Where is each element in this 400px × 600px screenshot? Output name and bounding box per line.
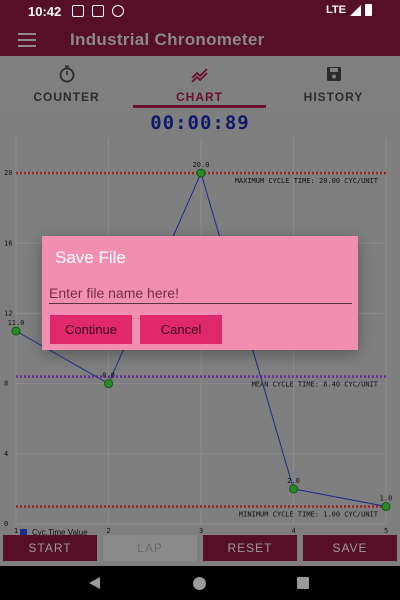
hamburger-menu-icon[interactable] [18, 33, 36, 47]
network-type: LTE [326, 4, 346, 16]
signal-icon [350, 4, 361, 16]
data-label: 20.0 [193, 161, 210, 169]
stopwatch-icon [59, 65, 74, 83]
reset-button[interactable]: RESET [203, 535, 297, 561]
save-button[interactable]: SAVE [303, 535, 397, 561]
data-label: 2.0 [287, 477, 300, 485]
save-file-dialog: Save File Continue Cancel [42, 236, 358, 350]
x-tick-label: 5 [384, 527, 388, 535]
data-label: 8.0 [102, 372, 115, 380]
tab-history-label: HISTORY [303, 90, 364, 104]
trend-chart-icon [190, 68, 208, 83]
system-nav-bar [0, 566, 400, 600]
y-tick-label: 16 [4, 239, 12, 247]
y-tick-label: 8 [4, 380, 8, 388]
tab-chart[interactable]: CHART [133, 56, 266, 108]
sync-icon [112, 5, 124, 17]
data-point [11, 326, 21, 336]
reference-line-label: MINIMUM CYCLE TIME: 1.00 CYC/UNIT [239, 510, 379, 518]
control-buttons: START LAP RESET SAVE [0, 535, 400, 561]
y-tick-label: 0 [4, 520, 8, 528]
x-tick-label: 4 [292, 527, 296, 535]
data-point [381, 501, 391, 511]
app-bar: Industrial Chronometer [0, 24, 400, 56]
clock-time: 10:42 [28, 4, 62, 19]
tab-history[interactable]: HISTORY [267, 56, 400, 108]
status-bar: 10:42 LTE [0, 0, 400, 24]
data-point [289, 484, 298, 494]
image-icon [92, 5, 104, 17]
app-title: Industrial Chronometer [70, 30, 265, 49]
tab-bar: COUNTER CHART HISTORY [0, 56, 400, 108]
y-tick-label: 20 [4, 169, 12, 177]
file-name-input[interactable] [49, 282, 352, 304]
back-icon[interactable] [89, 577, 100, 589]
y-tick-label: 12 [4, 309, 12, 317]
data-point [196, 168, 206, 178]
recents-icon[interactable] [297, 577, 309, 589]
x-tick-label: 2 [107, 527, 111, 535]
tab-counter[interactable]: COUNTER [0, 56, 133, 108]
continue-button[interactable]: Continue [50, 315, 132, 344]
data-label: 1.0 [380, 494, 393, 502]
reference-line-label: MAXIMUM CYCLE TIME: 20.00 CYC/UNIT [235, 177, 379, 185]
status-indicators: LTE [326, 4, 372, 16]
data-label: 11.0 [8, 319, 25, 327]
x-tick-label: 3 [199, 527, 203, 535]
lap-button[interactable]: LAP [103, 535, 197, 561]
x-tick-label: 1 [14, 527, 18, 535]
tab-chart-label: CHART [176, 90, 223, 104]
battery-icon [365, 4, 372, 16]
cancel-button[interactable]: Cancel [140, 315, 222, 344]
data-point [104, 379, 113, 389]
start-button[interactable]: START [3, 535, 97, 561]
tab-counter-label: COUNTER [33, 90, 100, 104]
dialog-title: Save File [55, 248, 126, 267]
save-disk-icon [326, 67, 341, 81]
mail-icon [72, 5, 84, 17]
reference-line-label: MEAN CYCLE TIME: 8.40 CYC/UNIT [252, 381, 379, 389]
home-icon[interactable] [193, 577, 206, 590]
y-tick-label: 4 [4, 450, 8, 458]
elapsed-timer: 00:00:89 [150, 112, 250, 134]
